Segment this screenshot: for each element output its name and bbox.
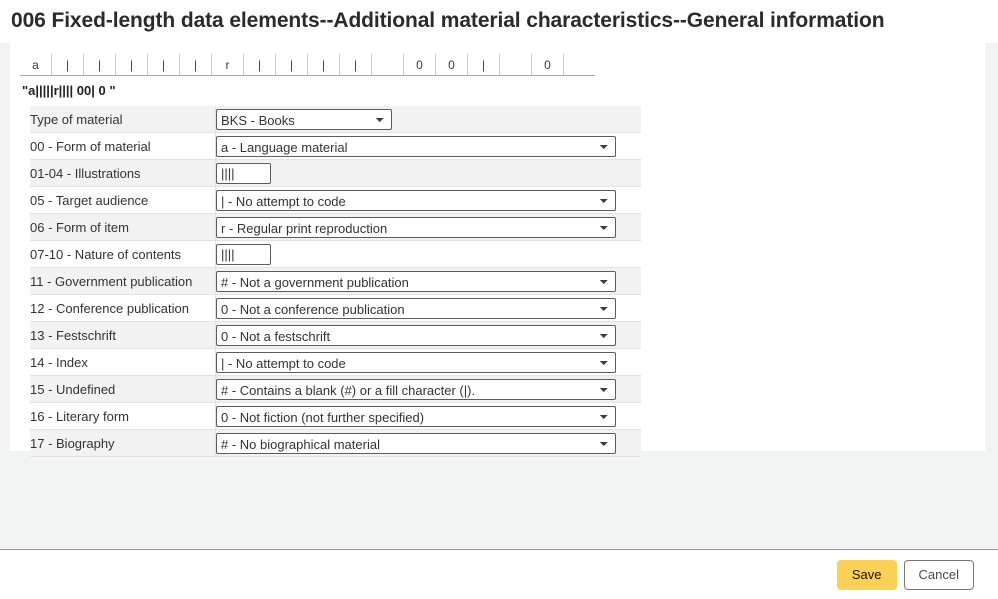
table-row: 11 - Government publication # - Not a gov… xyxy=(30,267,641,295)
field-value-cell: | - No attempt to code xyxy=(215,186,641,214)
char-strip-row: a | | | | | r | | | | 0 0 | 0 xyxy=(20,54,595,76)
field-value-cell: # - No biographical material xyxy=(215,429,641,457)
field-value-cell: a - Language material xyxy=(215,132,641,160)
char-cell: 0 xyxy=(403,54,436,76)
page-title: 006 Fixed-length data elements--Addition… xyxy=(0,0,998,41)
char-cell xyxy=(563,54,595,76)
char-cell: | xyxy=(467,54,500,76)
char-cell: | xyxy=(51,54,84,76)
field-select[interactable]: 0 - Not a festschrift xyxy=(216,324,616,346)
table-row: 07-10 - Nature of contents xyxy=(30,240,641,268)
char-cell: | xyxy=(307,54,340,76)
table-row: 14 - Index | - No attempt to code xyxy=(30,348,641,376)
table-row: 06 - Form of item r - Regular print repro… xyxy=(30,213,641,241)
field-select[interactable]: a - Language material xyxy=(216,135,616,157)
char-cell: | xyxy=(83,54,116,76)
table-row: 01-04 - Illustrations xyxy=(30,159,641,187)
field-value-cell xyxy=(215,240,641,268)
char-cell: | xyxy=(147,54,180,76)
table-row: 00 - Form of material a - Language materi… xyxy=(30,132,641,160)
form-footer: Save Cancel xyxy=(0,549,998,599)
table-row: 12 - Conference publication 0 - Not a con… xyxy=(30,294,641,322)
field-value-cell: # - Contains a blank (#) or a fill chara… xyxy=(215,375,641,403)
field-select[interactable]: | - No attempt to code xyxy=(216,189,616,211)
field-label: Type of material xyxy=(30,106,216,133)
char-cell: a xyxy=(20,54,52,76)
save-button[interactable]: Save xyxy=(836,559,897,590)
char-cell: 0 xyxy=(435,54,468,76)
table-row: 15 - Undefined # - Contains a blank (#) o… xyxy=(30,375,641,403)
field-select[interactable]: BKS - Books xyxy=(216,108,392,130)
field-label: 12 - Conference publication xyxy=(30,294,216,322)
field-value-cell xyxy=(215,159,641,187)
char-cell: | xyxy=(275,54,308,76)
field-label: 01-04 - Illustrations xyxy=(30,159,216,187)
char-cell: | xyxy=(339,54,372,76)
field-value-cell: BKS - Books xyxy=(215,106,641,133)
raw-fixed-field-string: "a|||||r|||| 00| 0 " xyxy=(22,83,116,98)
field-label: 05 - Target audience xyxy=(30,186,216,214)
char-cell: 0 xyxy=(531,54,564,76)
field-value-cell: 0 - Not a festschrift xyxy=(215,321,641,349)
field-select[interactable]: # - Not a government publication xyxy=(216,270,616,292)
footer-button-group: Save Cancel xyxy=(0,550,998,599)
table-row: Type of material BKS - Books xyxy=(30,106,641,133)
char-cell: | xyxy=(243,54,276,76)
char-cell xyxy=(371,54,404,76)
field-label: 17 - Biography xyxy=(30,429,216,457)
table-row: 05 - Target audience | - No attempt to co… xyxy=(30,186,641,214)
char-cell: | xyxy=(179,54,212,76)
field-text-input[interactable] xyxy=(216,162,271,184)
char-cell: r xyxy=(211,54,244,76)
field-value-cell: | - No attempt to code xyxy=(215,348,641,376)
field-select[interactable]: 0 - Not a conference publication xyxy=(216,297,616,319)
field-label: 15 - Undefined xyxy=(30,375,216,403)
field-label: 11 - Government publication xyxy=(30,267,216,295)
field-value-cell: r - Regular print reproduction xyxy=(215,213,641,241)
field-label: 07-10 - Nature of contents xyxy=(30,240,216,268)
table-row: 17 - Biography # - No biographical materi… xyxy=(30,429,641,457)
field-value-cell: 0 - Not a conference publication xyxy=(215,294,641,322)
field-select[interactable]: | - No attempt to code xyxy=(216,351,616,373)
cancel-button[interactable]: Cancel xyxy=(903,559,974,590)
char-strip-container: a | | | | | r | | | | 0 0 | 0 xyxy=(10,43,985,76)
field-select[interactable]: r - Regular print reproduction xyxy=(216,216,616,238)
field-text-input[interactable] xyxy=(216,243,271,265)
char-cell xyxy=(499,54,532,76)
table-row: 16 - Literary form 0 - Not fiction (not f… xyxy=(30,402,641,430)
field-label: 16 - Literary form xyxy=(30,402,216,430)
field-select[interactable]: # - No biographical material xyxy=(216,432,616,454)
field-label: 13 - Festschrift xyxy=(30,321,216,349)
field-label: 06 - Form of item xyxy=(30,213,216,241)
field-select[interactable]: # - Contains a blank (#) or a fill chara… xyxy=(216,378,616,400)
char-cell: | xyxy=(115,54,148,76)
fixed-field-table: Type of material BKS - Books 00 - Form of … xyxy=(30,106,641,457)
field-value-cell: # - Not a government publication xyxy=(215,267,641,295)
fixed-field-editor-panel: a | | | | | r | | | | 0 0 | 0 "a|||||r|||| 00| 0 " Typ… xyxy=(10,43,985,457)
table-row: 13 - Festschrift 0 - Not a festschrift xyxy=(30,321,641,349)
char-position-strip: a | | | | | r | | | | 0 0 | 0 xyxy=(20,54,595,76)
field-label: 00 - Form of material xyxy=(30,132,216,160)
field-label: 14 - Index xyxy=(30,348,216,376)
field-value-cell: 0 - Not fiction (not further specified) xyxy=(215,402,641,430)
field-select[interactable]: 0 - Not fiction (not further specified) xyxy=(216,405,616,427)
